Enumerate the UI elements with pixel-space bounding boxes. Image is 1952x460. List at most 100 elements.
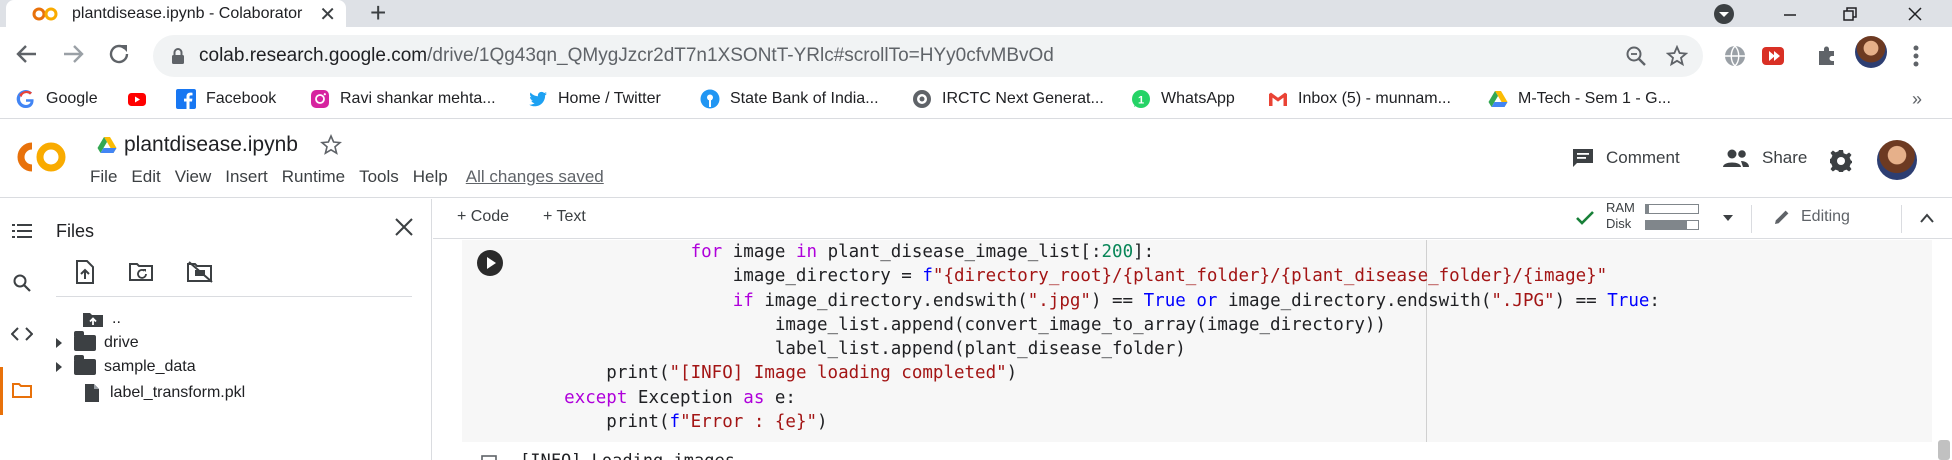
save-status[interactable]: All changes saved xyxy=(464,167,606,187)
editing-label: Editing xyxy=(1801,208,1850,225)
bookmark-label: State Bank of India... xyxy=(730,90,879,107)
files-panel: Files .. drive sample_data label_transfo… xyxy=(36,199,432,460)
zoom-icon[interactable] xyxy=(1625,45,1647,67)
colab-header: plantdisease.ipynb File Edit View Insert… xyxy=(0,120,1952,198)
menu-edit[interactable]: Edit xyxy=(129,167,162,187)
globe-extension-icon[interactable] xyxy=(1723,44,1747,68)
code-cell[interactable]: for image in plant_disease_image_list[:2… xyxy=(462,240,1932,442)
files-divider xyxy=(56,296,412,297)
close-icon[interactable] xyxy=(394,217,414,237)
notebook-title-group: plantdisease.ipynb xyxy=(96,133,342,157)
bookmark-youtube[interactable] xyxy=(127,89,157,109)
collapse-header-icon[interactable] xyxy=(1919,212,1935,224)
browser-menu-icon[interactable] xyxy=(1912,44,1920,68)
unmount-drive-icon[interactable] xyxy=(186,261,214,283)
bookmark-label: IRCTC Next Generat... xyxy=(942,90,1104,107)
menu-insert[interactable]: Insert xyxy=(223,167,270,187)
comment-button[interactable]: Comment xyxy=(1572,148,1680,168)
bookmark-whatsapp[interactable]: 1 WhatsApp xyxy=(1131,89,1235,109)
bookmark-star-icon[interactable] xyxy=(1666,45,1688,67)
browser-tab-strip: plantdisease.ipynb - Colaborator ✕ + xyxy=(0,0,1952,29)
youtube-icon xyxy=(128,93,146,106)
bookmark-drive[interactable]: M-Tech - Sem 1 - G... xyxy=(1488,89,1671,109)
disk-label: Disk xyxy=(1606,216,1632,231)
bookmark-label: Ravi shankar mehta... xyxy=(340,90,496,107)
menu-file[interactable]: File xyxy=(88,167,119,187)
bookmark-google[interactable]: Google xyxy=(16,89,98,109)
extensions-puzzle-icon[interactable] xyxy=(1815,44,1839,68)
facebook-icon xyxy=(176,89,196,109)
tab-title: plantdisease.ipynb - Colaborator xyxy=(72,4,303,22)
notebook-scrollbar[interactable] xyxy=(1938,440,1950,460)
menu-help[interactable]: Help xyxy=(411,167,450,187)
comment-icon xyxy=(1573,149,1593,167)
table-of-contents-icon[interactable] xyxy=(12,223,32,239)
file-item-label-transform[interactable]: label_transform.pkl xyxy=(84,383,245,403)
irctc-icon xyxy=(913,90,931,108)
new-tab-button[interactable]: + xyxy=(370,0,386,29)
upload-file-icon[interactable] xyxy=(74,260,96,284)
editing-mode-button[interactable]: Editing xyxy=(1773,208,1850,226)
bookmarks-bar: Google Facebook Ravi shankar mehta... Ho… xyxy=(0,85,1952,119)
refresh-folder-icon[interactable] xyxy=(129,262,155,282)
menu-view[interactable]: View xyxy=(173,167,214,187)
code-line: print("[INFO] Image loading completed") xyxy=(522,363,1018,384)
code-line: except Exception as e: xyxy=(564,387,796,408)
add-text-cell-button[interactable]: + Text xyxy=(543,208,586,226)
file-item-label: sample_data xyxy=(104,358,196,375)
settings-gear-icon[interactable] xyxy=(1829,149,1853,173)
code-snippets-icon[interactable] xyxy=(11,327,33,341)
file-item-parent[interactable]: .. xyxy=(82,310,121,328)
code-line: if image_directory.endswith(".jpg") == T… xyxy=(732,290,1660,311)
svg-text:1: 1 xyxy=(1138,95,1144,107)
code-editor[interactable]: for image in plant_disease_image_list[:2… xyxy=(522,240,1660,434)
colab-logo[interactable] xyxy=(14,138,70,176)
menu-tools[interactable]: Tools xyxy=(357,167,401,187)
browser-tab[interactable]: plantdisease.ipynb - Colaborator ✕ xyxy=(6,0,346,27)
file-item-label: label_transform.pkl xyxy=(110,384,246,401)
bookmark-instagram[interactable]: Ravi shankar mehta... xyxy=(310,89,496,109)
sbi-icon xyxy=(700,89,720,109)
files-folder-icon[interactable] xyxy=(12,382,32,398)
share-button[interactable]: Share xyxy=(1722,148,1807,168)
code-line: image_list.append(convert_image_to_array… xyxy=(522,314,1386,335)
close-window-icon[interactable] xyxy=(1895,0,1935,27)
run-cell-button[interactable] xyxy=(477,250,503,276)
media-extension-icon[interactable] xyxy=(1761,44,1785,68)
bookmark-irctc[interactable]: IRCTC Next Generat... xyxy=(912,89,1104,109)
browser-profile-avatar[interactable] xyxy=(1855,36,1887,68)
bookmark-twitter[interactable]: Home / Twitter xyxy=(528,89,661,109)
restore-icon[interactable] xyxy=(1830,0,1870,27)
address-bar[interactable]: colab.research.google.com/drive/1Qg43qn_… xyxy=(153,35,1703,77)
share-label: Share xyxy=(1762,148,1808,167)
tab-close-icon[interactable]: ✕ xyxy=(319,2,336,27)
file-item-drive[interactable]: drive xyxy=(54,331,139,352)
reload-icon[interactable] xyxy=(106,41,132,67)
bookmarks-overflow-icon[interactable]: » xyxy=(1912,89,1922,110)
bookmark-facebook[interactable]: Facebook xyxy=(176,89,276,109)
expand-arrow-icon[interactable] xyxy=(54,361,64,373)
forward-arrow-icon[interactable] xyxy=(60,41,86,67)
notebook-toolbar: + Code + Text RAM Disk Editing xyxy=(433,199,1952,239)
output-clear-icon[interactable] xyxy=(481,455,497,460)
search-icon[interactable] xyxy=(13,274,31,292)
code-line: for image in plant_disease_image_list[:2… xyxy=(690,242,1155,262)
runtime-dropdown-icon[interactable] xyxy=(1722,214,1734,222)
file-item-sample-data[interactable]: sample_data xyxy=(54,355,196,376)
bookmark-gmail[interactable]: Inbox (5) - munnam... xyxy=(1268,89,1451,109)
minimize-icon[interactable] xyxy=(1770,0,1810,27)
menu-runtime[interactable]: Runtime xyxy=(280,167,347,187)
resource-labels: RAM Disk xyxy=(1606,200,1635,232)
profile-menu-icon[interactable] xyxy=(1710,0,1738,27)
disk-usage-bar[interactable] xyxy=(1645,220,1699,230)
ram-usage-bar[interactable] xyxy=(1645,204,1699,214)
bookmark-sbi[interactable]: State Bank of India... xyxy=(700,89,879,109)
user-avatar[interactable] xyxy=(1877,140,1917,180)
file-item-label: .. xyxy=(112,310,121,327)
screen: plantdisease.ipynb - Colaborator ✕ + col… xyxy=(0,0,1952,460)
add-code-cell-button[interactable]: + Code xyxy=(457,208,509,226)
back-arrow-icon[interactable] xyxy=(14,41,40,67)
notebook-title[interactable]: plantdisease.ipynb xyxy=(124,133,298,157)
expand-arrow-icon[interactable] xyxy=(54,337,64,349)
star-icon[interactable] xyxy=(319,134,342,156)
